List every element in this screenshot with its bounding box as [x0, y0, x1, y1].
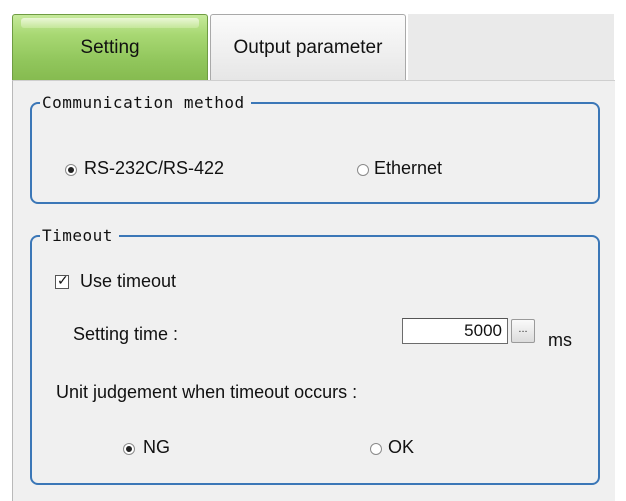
setting-time-label: Setting time : — [73, 324, 179, 344]
tab-bar: Setting Output parameter — [0, 0, 626, 82]
tab-output-parameter[interactable]: Output parameter — [210, 14, 406, 80]
setting-time-input[interactable]: 5000 — [402, 318, 508, 344]
unit-judgement-label: Unit judgement when timeout occurs : — [56, 382, 358, 402]
use-timeout-checkbox[interactable]: ✓ — [55, 272, 69, 289]
rs232c-label: RS-232C/RS-422 — [84, 158, 225, 178]
communication-method-legend: Communication method — [40, 93, 251, 112]
ethernet-radio[interactable] — [357, 164, 369, 176]
communication-method-group: Communication method — [30, 93, 600, 204]
use-timeout-label: Use timeout — [80, 271, 177, 291]
ng-radio[interactable] — [123, 443, 135, 455]
timeout-legend: Timeout — [40, 226, 119, 245]
ng-label: NG — [143, 437, 170, 457]
ethernet-label: Ethernet — [374, 158, 443, 178]
rs232c-radio[interactable] — [65, 164, 77, 176]
tab-bar-filler — [408, 14, 614, 80]
setting-time-unit: ms — [548, 330, 572, 350]
tab-setting[interactable]: Setting — [12, 14, 208, 80]
tab-output-parameter-label: Output parameter — [233, 36, 383, 58]
ok-radio[interactable] — [370, 443, 382, 455]
ok-label: OK — [388, 437, 415, 457]
checkmark-icon: ✓ — [57, 272, 69, 288]
setting-time-ellipsis-button[interactable]: ... — [511, 319, 535, 343]
tab-setting-label: Setting — [80, 36, 140, 58]
